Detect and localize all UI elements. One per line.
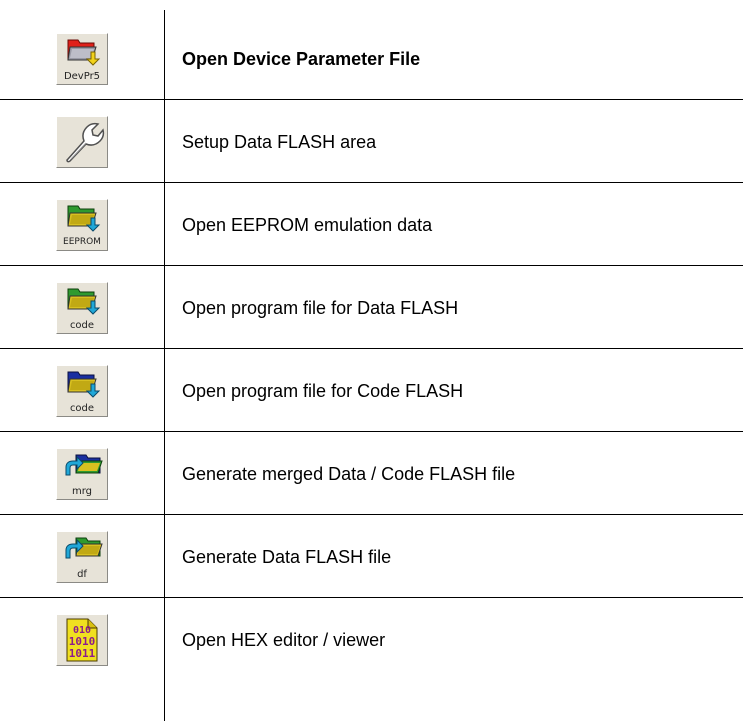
row-label: Open program file for Code FLASH [182,380,464,401]
open-code-flash-program-button[interactable]: code [56,365,108,417]
icon-cell: EEPROM [20,184,144,266]
legend-row-open-data-flash-program: code Open program file for Data FLASH [0,267,743,349]
generate-merged-button[interactable]: mrg [56,448,108,500]
row-label: Open HEX editor / viewer [182,629,386,650]
legend-row-setup-data-flash: Setup Data FLASH area [0,101,743,183]
icon-cell [20,101,144,183]
open-hex-editor-button[interactable]: 010 1010 1011 [56,614,108,666]
icon-cell: DevPr5 [20,18,144,100]
row-label: Open EEPROM emulation data [182,214,433,235]
generate-data-flash-button[interactable]: df [56,531,108,583]
icon-caption: code [69,320,95,331]
row-label: Generate merged Data / Code FLASH file [182,463,516,484]
legend-row-open-hex-editor: 010 1010 1011 Open HEX editor / viewer [0,599,743,721]
row-label: Open program file for Data FLASH [182,297,459,318]
legend-row-open-device-parameter: DevPr5 Open Device Parameter File [0,18,743,100]
icon-cell: df [20,516,144,598]
open-eeprom-folder-icon [67,205,101,232]
hex-binary-file-icon: 010 1010 1011 [66,618,98,662]
wrench-icon [66,122,105,163]
open-device-parameter-folder-icon [67,39,101,66]
legend-row-generate-data-flash: df Generate Data FLASH file [0,516,743,598]
open-device-parameter-button[interactable]: DevPr5 [56,33,108,85]
icon-caption: mrg [71,486,93,497]
row-label: Open Device Parameter File [182,48,421,69]
icon-caption: code [69,403,95,414]
legend-row-open-eeprom: EEPROM Open EEPROM emulation data [0,184,743,266]
row-label: Setup Data FLASH area [182,131,377,152]
icon-caption: EEPROM [63,237,101,247]
merge-folder-icon [65,454,103,476]
open-data-flash-program-button[interactable]: code [56,282,108,334]
icon-cell: 010 1010 1011 [20,599,144,681]
setup-data-flash-button[interactable] [56,116,108,168]
svg-text:1011: 1011 [69,647,96,660]
legend-row-open-code-flash-program: code Open program file for Code FLASH [0,350,743,432]
icon-cell: mrg [20,433,144,515]
icon-cell: code [20,350,144,432]
open-code-flash-folder-icon [67,371,101,398]
row-label: Generate Data FLASH file [182,546,392,567]
icon-caption: df [77,569,87,580]
icon-caption: DevPr5 [63,71,101,82]
open-eeprom-button[interactable]: EEPROM [56,199,108,251]
legend-row-generate-merged: mrg Generate merged Data / Code FLASH fi… [0,433,743,515]
data-flash-folder-icon [65,537,103,559]
icon-cell: code [20,267,144,349]
open-data-flash-code-folder-icon [67,288,101,315]
